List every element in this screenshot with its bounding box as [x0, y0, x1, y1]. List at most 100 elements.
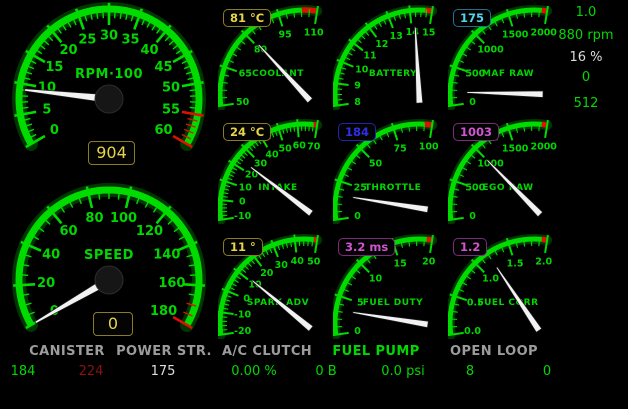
- fuel-corr-gauge-title: FUEL CORR: [477, 298, 538, 308]
- speed-tick-label: 120: [136, 224, 163, 239]
- speed-tick-label: 20: [37, 276, 55, 291]
- fuel-corr-gauge[interactable]: 0.00.51.01.52.0FUEL CORR 1.2: [448, 233, 560, 339]
- rpm-tick-label: 45: [155, 60, 173, 75]
- fuel-corr-tick: [539, 238, 540, 246]
- battery-tick-label: 12: [375, 39, 388, 50]
- engine-dashboard: 051015202530354045505560RPM·100 904 0204…: [0, 0, 628, 409]
- coolant-tick-label: 65: [239, 69, 252, 80]
- intake-tick: [218, 200, 233, 202]
- bottom-label-ac-clutch[interactable]: A/C CLUTCH: [222, 344, 312, 359]
- rpm-tick-label: 15: [45, 60, 63, 75]
- battery-gauge-title: BATTERY: [369, 69, 417, 79]
- bottom-label-canister[interactable]: CANISTER: [29, 344, 105, 359]
- speed-tick-label: 40: [42, 248, 60, 263]
- speed-tick-label: 100: [110, 211, 137, 226]
- speed-tick-label: 140: [153, 248, 180, 263]
- side-value-3: 0: [548, 70, 624, 85]
- ac-clutch-value-1: 0.00 %: [231, 364, 276, 379]
- power-str-value: 175: [151, 364, 176, 379]
- spark-adv-tick-label: -20: [234, 326, 252, 337]
- fuel-corr-tick-label: 2.0: [535, 256, 552, 267]
- spark-adv-tick: [219, 317, 227, 318]
- bottom-label-open-loop[interactable]: OPEN LOOP: [450, 344, 538, 359]
- throttle-gauge-title: THROTTLE: [365, 183, 422, 193]
- coolant-tick-label: 110: [304, 27, 324, 38]
- coolant-tick: [309, 9, 310, 17]
- throttle-gauge[interactable]: 0255075100THROTTLE 184: [333, 118, 445, 224]
- rpm-tick-label: 0: [50, 123, 59, 138]
- spark-adv-tick-label: 20: [260, 268, 274, 279]
- rpm-tick-label: 5: [42, 102, 51, 117]
- rpm-gauge[interactable]: 051015202530354045505560RPM·100 904: [10, 2, 206, 172]
- spark-adv-tick-label: 10: [248, 279, 262, 290]
- spark-adv-tick: [219, 330, 227, 331]
- rpm-value-box: 904: [88, 141, 135, 165]
- rpm-needle-hub: [95, 85, 123, 113]
- coolant-gauge[interactable]: 50658095110COOLANT 81 °C: [218, 4, 330, 110]
- ego-raw-tick-label: 0: [469, 211, 476, 222]
- throttle-red-zone: [424, 124, 432, 125]
- fuel-duty-tick-label: 15: [393, 258, 406, 269]
- intake-tick: [297, 119, 298, 137]
- ego-raw-tick: [539, 123, 540, 131]
- open-loop-value-2: 0: [543, 364, 551, 379]
- side-value-percent: 16 %: [548, 50, 624, 65]
- intake-gauge[interactable]: -10010203040506070INTAKE 24 °C: [218, 118, 330, 224]
- ego-raw-gauge[interactable]: 0500100015002000EGO RAW 1003: [448, 118, 560, 224]
- intake-tick-label: 10: [239, 183, 253, 194]
- intake-tick: [219, 215, 227, 216]
- fuel-duty-badge: 3.2 ms: [338, 238, 395, 256]
- speed-gauge-title: SPEED: [84, 248, 134, 263]
- intake-tick-label: 40: [265, 149, 279, 160]
- rpm-tick: [103, 8, 104, 18]
- speed-tick-label: 160: [158, 276, 185, 291]
- intake-tick-label: 50: [278, 143, 292, 154]
- throttle-tick: [424, 123, 425, 131]
- battery-tick-label: 14: [406, 27, 420, 38]
- fuel-duty-tick: [424, 238, 425, 246]
- throttle-tick-label: 75: [393, 143, 406, 154]
- fuel-duty-gauge[interactable]: 05101520FUEL DUTY 3.2 ms: [333, 233, 445, 339]
- open-loop-value-1: 8: [466, 364, 474, 379]
- maf-raw-tick-label: 0: [469, 97, 476, 108]
- battery-tick-label: 10: [355, 65, 369, 76]
- fuel-corr-badge: 1.2: [453, 238, 487, 256]
- battery-tick-label: 8: [354, 97, 361, 108]
- speed-tick-label: 180: [150, 304, 177, 319]
- maf-raw-gauge[interactable]: 0500100015002000MAF RAW 175: [448, 4, 560, 110]
- side-readouts: 1.0 880 rpm 16 % 0 512: [548, 0, 624, 120]
- maf-raw-gauge-title: MAF RAW: [482, 69, 534, 79]
- spark-adv-tick-label: 50: [307, 256, 321, 267]
- fuel-duty-tick-label: 10: [369, 273, 383, 284]
- fuel-corr-tick-label: 1.0: [482, 273, 499, 284]
- throttle-tick-label: 50: [369, 158, 383, 169]
- battery-tick-label: 15: [422, 27, 435, 38]
- spark-adv-tick-label: 40: [291, 256, 305, 267]
- ego-raw-tick-label: 2000: [530, 141, 557, 152]
- rpm-tick-label: 30: [100, 29, 118, 44]
- fuel-pump-value: 0.0 psi: [381, 364, 424, 379]
- canister-value-1: 184: [11, 364, 36, 379]
- spark-adv-tick-label: -10: [234, 310, 252, 321]
- battery-tick: [426, 9, 427, 17]
- fuel-corr-tick-label: 0.0: [464, 326, 481, 337]
- coolant-badge: 81 °C: [223, 9, 271, 27]
- speed-gauge[interactable]: 020406080100120140160180SPEED 0: [10, 183, 206, 353]
- bottom-label-fuel-pump[interactable]: FUEL PUMP: [332, 344, 419, 359]
- maf-raw-tick: [539, 9, 540, 17]
- intake-tick-label: -10: [234, 211, 252, 222]
- rpm-tick-label: 55: [162, 102, 180, 117]
- fuel-duty-gauge-title: FUEL DUTY: [363, 298, 423, 308]
- side-value-1: 1.0: [548, 5, 624, 20]
- battery-gauge[interactable]: 89101112131415BATTERY: [333, 4, 445, 110]
- bottom-label-power-str[interactable]: POWER STR.: [116, 344, 212, 359]
- intake-tick-label: 60: [293, 141, 307, 152]
- speed-tick: [183, 284, 205, 285]
- rpm-gauge-title: RPM·100: [75, 67, 143, 82]
- spark-adv-gauge[interactable]: -20-1001020304050SPARK ADV 11 °: [218, 233, 330, 339]
- rpm-tick-label: 60: [155, 123, 173, 138]
- fuel-duty-needle: [353, 312, 429, 328]
- side-value-rpm: 880 rpm: [548, 28, 624, 43]
- maf-raw-tick-label: 1500: [502, 29, 529, 40]
- speed-tick: [18, 275, 28, 276]
